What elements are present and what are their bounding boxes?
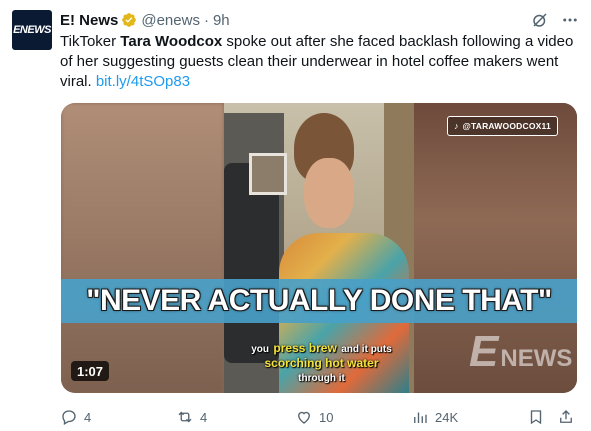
video-duration-text: 1:07 <box>77 363 104 379</box>
share-icon <box>560 410 572 423</box>
separator-dot: · <box>203 11 209 29</box>
reply-icon <box>62 410 76 425</box>
caption-word: and it puts <box>341 344 392 355</box>
quote-banner: "NEVER ACTUALLY DONE THAT" <box>61 279 577 323</box>
grok-icon[interactable] <box>531 11 549 29</box>
tiktok-icon: ♪ <box>454 121 459 131</box>
header-actions <box>531 11 579 29</box>
tiktok-watermark: ♪ @TARAWOODCOX11 <box>447 116 558 136</box>
video-player[interactable]: ♪ @TARAWOODCOX11 "NEVER ACTUALLY DONE TH… <box>61 103 577 393</box>
tweet-actions: 4 4 10 24K <box>60 406 580 428</box>
caption-word: you <box>251 344 269 355</box>
avatar-logo-text: ENEWS <box>13 24 51 36</box>
avatar[interactable]: ENEWS <box>12 10 52 50</box>
repost-count: 4 <box>200 409 208 425</box>
enews-watermark-e: E <box>469 327 499 376</box>
video-blur-left <box>61 103 224 393</box>
video-caption: you press brew and it puts scorching hot… <box>229 341 414 385</box>
views-chart-icon <box>414 412 427 423</box>
timestamp[interactable]: 9h <box>213 12 230 29</box>
account-name[interactable]: E! News <box>60 12 118 29</box>
quote-banner-text: "NEVER ACTUALLY DONE THAT" <box>86 284 552 317</box>
like-button[interactable]: 10 <box>295 406 333 428</box>
repost-button[interactable]: 4 <box>176 406 207 428</box>
verified-badge-icon <box>122 13 137 27</box>
tiktok-handle: @TARAWOODCOX11 <box>462 121 551 131</box>
tweet-text-intro: TikToker <box>60 33 121 50</box>
bookmark-icon <box>530 410 542 425</box>
repost-icon <box>178 411 192 423</box>
reply-button[interactable]: 4 <box>60 406 91 428</box>
bookmark-button[interactable] <box>527 406 545 428</box>
more-options-icon[interactable] <box>561 11 579 29</box>
caption-word: through it <box>298 373 345 384</box>
video-wall-picture <box>249 153 287 195</box>
like-count: 10 <box>319 409 334 425</box>
tweet-link[interactable]: bit.ly/4tSOp83 <box>96 73 190 90</box>
enews-watermark: E NEWS <box>469 327 572 377</box>
account-handle[interactable]: @enews <box>141 12 200 29</box>
caption-highlight: press brew <box>273 341 337 355</box>
views-button[interactable]: 24K <box>411 406 458 428</box>
video-person-face <box>304 158 354 228</box>
views-count: 24K <box>435 409 459 425</box>
heart-icon <box>298 411 310 424</box>
tweet-text: TikToker Tara Woodcox spoke out after sh… <box>60 32 580 92</box>
tweet-header: E! News @enews · 9h <box>60 10 579 30</box>
caption-highlight: scorching hot water <box>264 356 379 370</box>
reply-count: 4 <box>84 409 92 425</box>
mentioned-name: Tara Woodcox <box>120 33 223 50</box>
share-button[interactable] <box>557 406 575 428</box>
video-duration: 1:07 <box>71 361 110 381</box>
enews-watermark-news: NEWS <box>500 345 573 372</box>
